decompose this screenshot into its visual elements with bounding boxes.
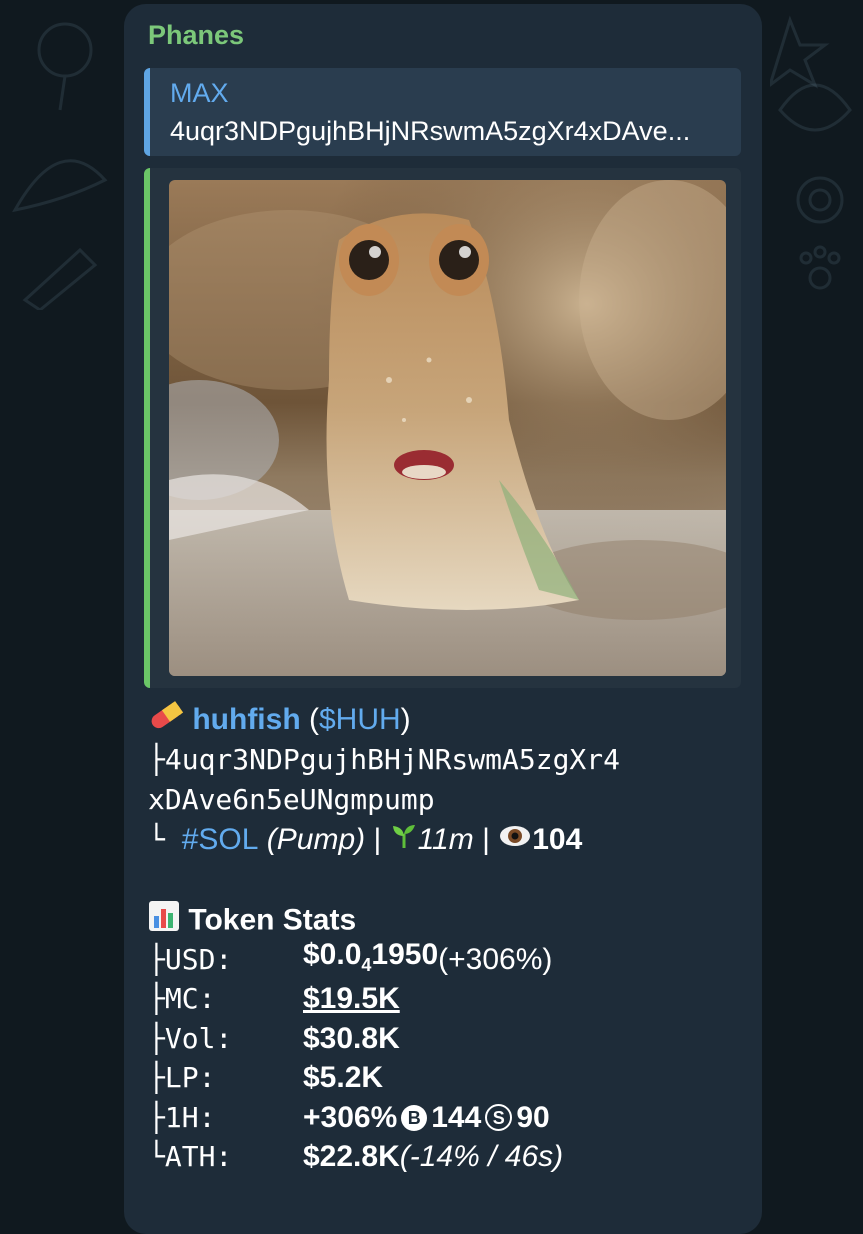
stats-title-line: Token Stats <box>148 900 748 940</box>
stat-row-mc: ├MC: $19.5K <box>148 980 748 1020</box>
view-count: 104 <box>532 823 583 856</box>
message-bubble: Phanes MAX 4uqr3NDPgujhBHjNRswmA5zgXr4xD… <box>124 4 762 1234</box>
stat-value: $0.041950 <box>303 935 438 985</box>
stat-label: ├LP: <box>148 1061 216 1095</box>
stat-label: ├Vol: <box>148 1021 233 1055</box>
stat-row-ath: └ATH: $22.8K (-14% / 46s) <box>148 1138 748 1178</box>
stat-value: $22.8K <box>303 1140 400 1174</box>
token-title-line: huhfish ($HUH) <box>148 700 748 740</box>
stats-title: Token Stats <box>188 903 357 937</box>
buy-badge-icon: B <box>401 1104 428 1131</box>
sell-badge-icon: S <box>485 1104 513 1132</box>
ticker-open: ( <box>300 703 319 736</box>
token-name-link[interactable]: huhfish <box>192 703 300 736</box>
eye-icon <box>498 821 532 861</box>
token-ticker-link[interactable]: $HUH <box>319 703 401 736</box>
stat-row-vol: ├Vol: $30.8K <box>148 1019 748 1059</box>
contract-address-line-1[interactable]: ├4uqr3NDPgujhBHjNRswmA5zgXr4 <box>148 740 748 780</box>
stat-row-usd: ├USD: $0.041950 (+306%) <box>148 938 748 980</box>
tree-corner: └ <box>148 823 182 856</box>
price-zero-count: 4 <box>361 954 372 975</box>
price-change: (+306%) <box>438 942 553 976</box>
age-value: 11m <box>417 823 474 856</box>
reply-author: MAX <box>170 78 229 108</box>
ath-change: (-14% / 46s) <box>399 1140 564 1174</box>
reply-accent-bar <box>144 68 150 156</box>
link-preview[interactable] <box>144 168 741 688</box>
sell-count: 90 <box>516 1100 550 1134</box>
reply-quote[interactable]: MAX 4uqr3NDPgujhBHjNRswmA5zgXr4xDAve... <box>144 68 741 156</box>
stat-row-lp: ├LP: $5.2K <box>148 1059 748 1099</box>
seedling-icon <box>390 821 418 861</box>
preview-accent-bar <box>144 168 150 688</box>
price-suffix: 1950 <box>371 937 439 971</box>
contract-address-line-2[interactable]: xDAve6n5eUNgmpump <box>148 780 748 820</box>
token-image[interactable] <box>169 180 726 676</box>
buy-count: 144 <box>431 1100 482 1134</box>
pill-icon <box>148 700 184 742</box>
chain-hashtag[interactable]: #SOL <box>182 823 259 856</box>
price-prefix: $0.0 <box>303 937 362 971</box>
bar-chart-icon <box>148 900 180 943</box>
stat-label: └ATH: <box>148 1140 233 1174</box>
stat-value: $30.8K <box>303 1021 400 1055</box>
stat-value: $5.2K <box>303 1061 384 1095</box>
platform-label: (Pump) <box>258 823 366 856</box>
stat-label: ├1H: <box>148 1100 216 1134</box>
market-cap-link[interactable]: $19.5K <box>303 979 400 1019</box>
sender-name[interactable]: Phanes <box>148 20 244 51</box>
stat-label: ├MC: <box>148 982 216 1016</box>
stat-value: +306% <box>303 1100 398 1134</box>
separator: | <box>473 823 499 856</box>
message-body: huhfish ($HUH) ├4uqr3NDPgujhBHjNRswmA5zg… <box>148 700 748 1177</box>
chain-line: └ #SOL (Pump) | 11m | 104 <box>148 820 748 860</box>
reply-text: 4uqr3NDPgujhBHjNRswmA5zgXr4xDAve... <box>170 116 691 146</box>
separator: | <box>365 823 390 856</box>
stat-label: ├USD: <box>148 942 233 976</box>
stat-row-1h: ├1H: +306% B 144 S 90 <box>148 1098 748 1138</box>
ticker-close: ) <box>400 703 411 736</box>
